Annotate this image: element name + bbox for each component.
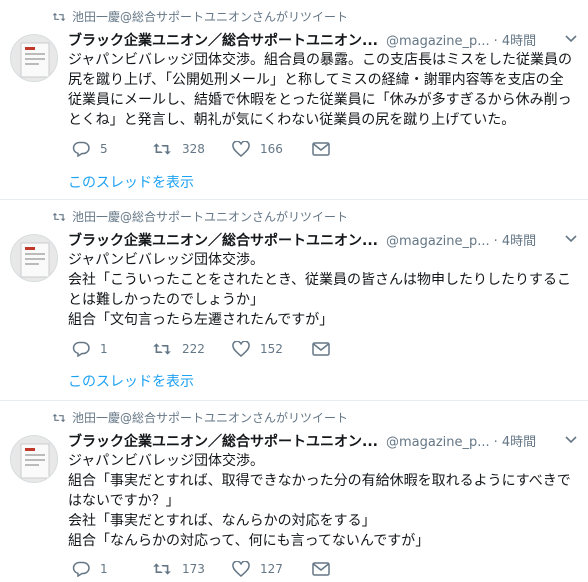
avatar[interactable] (10, 34, 58, 82)
reply-icon (72, 341, 90, 357)
avatar[interactable] (10, 435, 58, 483)
tweet[interactable]: 池田一慶@総合サポートユニオンさんがリツイート ブラック企業ユニオン／総合サポー… (0, 200, 588, 401)
retweet-count: 173 (182, 562, 205, 576)
tweet-text-line: はないですか？」 (68, 493, 180, 509)
heart-icon (232, 561, 250, 577)
like-count: 152 (260, 342, 283, 356)
tweet-text-line: 組合「なんらかの対応って、何にも言ってないんですが」 (68, 533, 430, 549)
retweet-icon (153, 143, 171, 155)
retweet-icon (153, 343, 171, 355)
tweet-text-line: 従業員にメールし、結婚で休暇をとった従業員に「休みが多すぎるから休み削っ (68, 92, 572, 108)
tweet-text: ジャパンビバレッジ団体交渉。 会社「こういったことをされたとき、従業員の皆さんは… (68, 250, 580, 330)
direct-message-button[interactable] (312, 562, 342, 576)
reply-count: 1 (100, 342, 108, 356)
retweet-context: 池田一慶@総合サポートユニオンさんがリツイート (52, 409, 348, 426)
like-button[interactable]: 152 (232, 341, 312, 357)
author-name[interactable]: ブラック企業ユニオン／総合サポートユニオン... (68, 431, 378, 451)
retweet-context: 池田一慶@総合サポートユニオンさんがリツイート (52, 208, 348, 225)
tweet-text-line: 組合「事実だとすれば、取得できなかった分の有給休暇を取れるようにすべきで (68, 473, 571, 489)
chevron-down-icon[interactable] (564, 234, 578, 244)
chevron-down-icon[interactable] (564, 34, 578, 44)
tweet-actions: 1 173 127 (72, 561, 342, 577)
reply-button[interactable]: 5 (72, 141, 152, 157)
tweet-text-line: 尻を蹴り上げ、「公開処刑メール」と称してミスの経緯・謝罪内容等を支店の全 (68, 72, 564, 88)
timeline: 池田一慶@総合サポートユニオンさんがリツイート ブラック企業ユニオン／総合サポー… (0, 0, 588, 582)
timestamp[interactable]: · 4時間 (494, 230, 537, 249)
tweet-text-line: とは難しかったのでしょうか」 (68, 292, 264, 308)
author-handle[interactable]: @magazine_p... (386, 34, 490, 49)
like-button[interactable]: 166 (232, 141, 312, 157)
avatar[interactable] (10, 234, 58, 282)
show-thread-link[interactable]: このスレッドを表示 (68, 371, 194, 391)
retweet-button[interactable]: 328 (152, 141, 232, 157)
reply-button[interactable]: 1 (72, 561, 152, 577)
retweet-icon (52, 413, 66, 422)
retweet-context: 池田一慶@総合サポートユニオンさんがリツイート (52, 8, 348, 25)
heart-icon (232, 341, 250, 357)
retweet-icon (52, 212, 66, 221)
retweet-count: 222 (182, 342, 205, 356)
envelope-icon (312, 342, 330, 356)
retweet-button[interactable]: 173 (152, 561, 232, 577)
tweet-text-line: 組合「文句言ったら左遷されたんですが」 (68, 312, 334, 328)
like-count: 127 (260, 562, 283, 576)
direct-message-button[interactable] (312, 342, 342, 356)
timestamp[interactable]: · 4時間 (494, 30, 537, 49)
tweet-text-line: とくね」と発言し、朝礼が気にくわない従業員の尻を蹴り上げていた。 (68, 112, 516, 128)
tweet-text-line: ジャパンビバレッジ団体交渉。組合員の暴露。この支店長はミスをした従業員の (68, 52, 572, 68)
author-handle[interactable]: @magazine_p... (386, 435, 490, 450)
like-count: 166 (260, 142, 283, 156)
tweet-actions: 5 328 166 (72, 141, 342, 157)
envelope-icon (312, 142, 330, 156)
retweet-context-text: 池田一慶@総合サポートユニオンさんがリツイート (72, 210, 349, 224)
retweet-count: 328 (182, 142, 205, 156)
tweet-text: ジャパンビバレッジ団体交渉。 組合「事実だとすれば、取得できなかった分の有給休暇… (68, 451, 580, 551)
tweet-text-line: 会社「事実だとすれば、なんらかの対応をする」 (68, 513, 376, 529)
reply-icon (72, 561, 90, 577)
retweet-icon (52, 12, 66, 21)
timestamp[interactable]: · 4時間 (494, 431, 537, 450)
author-handle[interactable]: @magazine_p... (386, 234, 490, 249)
tweet[interactable]: 池田一慶@総合サポートユニオンさんがリツイート ブラック企業ユニオン／総合サポー… (0, 401, 588, 582)
retweet-context-text: 池田一慶@総合サポートユニオンさんがリツイート (72, 10, 349, 24)
reply-button[interactable]: 1 (72, 341, 152, 357)
tweet-text: ジャパンビバレッジ団体交渉。組合員の暴露。この支店長はミスをした従業員の 尻を蹴… (68, 50, 580, 130)
tweet[interactable]: 池田一慶@総合サポートユニオンさんがリツイート ブラック企業ユニオン／総合サポー… (0, 0, 588, 200)
chevron-down-icon[interactable] (564, 435, 578, 445)
tweet-header: ブラック企業ユニオン／総合サポートユニオン... @magazine_p... … (68, 30, 576, 50)
tweet-text-line: ジャパンビバレッジ団体交渉。 (68, 252, 264, 268)
tweet-text-line: 会社「こういったことをされたとき、従業員の皆さんは物申したりしたりするこ (68, 272, 572, 288)
author-name[interactable]: ブラック企業ユニオン／総合サポートユニオン... (68, 230, 378, 250)
retweet-context-text: 池田一慶@総合サポートユニオンさんがリツイート (72, 411, 349, 425)
author-name[interactable]: ブラック企業ユニオン／総合サポートユニオン... (68, 30, 378, 50)
reply-count: 1 (100, 562, 108, 576)
retweet-icon (153, 563, 171, 575)
tweet-header: ブラック企業ユニオン／総合サポートユニオン... @magazine_p... … (68, 431, 576, 451)
envelope-icon (312, 562, 330, 576)
direct-message-button[interactable] (312, 142, 342, 156)
reply-icon (72, 141, 90, 157)
reply-count: 5 (100, 142, 108, 156)
tweet-header: ブラック企業ユニオン／総合サポートユニオン... @magazine_p... … (68, 230, 576, 250)
show-thread-link[interactable]: このスレッドを表示 (68, 172, 194, 192)
tweet-text-line: ジャパンビバレッジ団体交渉。 (68, 453, 264, 469)
retweet-button[interactable]: 222 (152, 341, 232, 357)
like-button[interactable]: 127 (232, 561, 312, 577)
heart-icon (232, 141, 250, 157)
tweet-actions: 1 222 152 (72, 341, 342, 357)
